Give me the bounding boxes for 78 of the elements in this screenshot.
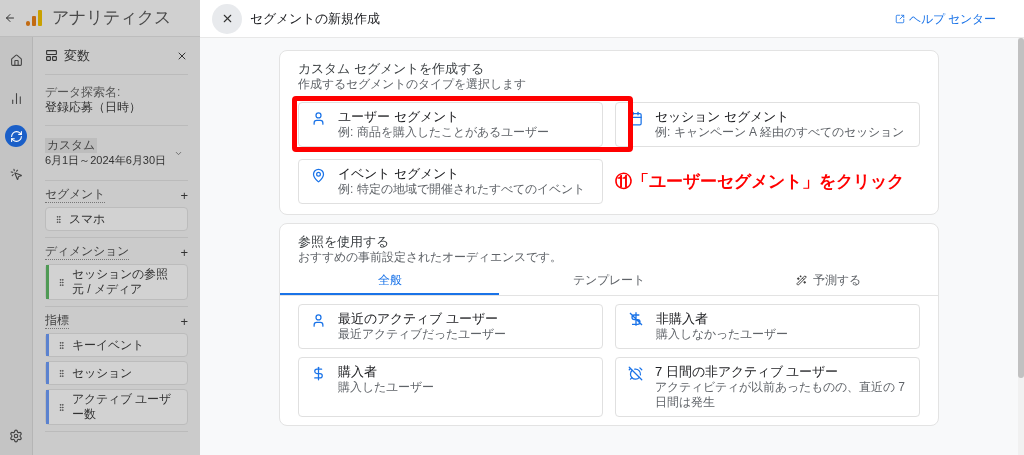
add-button[interactable]: + [180, 245, 188, 259]
segment-option-card[interactable]: 購入者 購入したユーザー [298, 357, 603, 417]
modal-title: セグメントの新規作成 [250, 9, 380, 28]
cursor-icon [9, 167, 23, 181]
segment-option-card[interactable]: 7 日間の非アクティブ ユーザー アクティビティが以前あったものの、直近の 7 日間は発生 [615, 357, 920, 417]
segment-option-card[interactable]: ユーザー セグメント 例: 商品を購入したことがあるユーザー [298, 102, 603, 147]
variable-chip[interactable]: セッション [45, 361, 188, 385]
card-subtitle: おすすめの事前設定されたオーディエンスです。 [297, 250, 563, 265]
option-description: 購入したユーザー [338, 380, 434, 395]
field-label: データ探索名: [45, 85, 122, 100]
option-title: セッション セグメント [655, 109, 790, 125]
close-button[interactable] [212, 3, 242, 34]
card-subtitle: 作成するセグメントのタイプを選択します [298, 77, 527, 92]
segment-option-card[interactable]: イベント セグメント 例: 特定の地域で開催されたすべてのイベント [298, 159, 603, 204]
segment-option-card[interactable]: 非購入者 購入しなかったユーザー [615, 304, 920, 349]
external-link-icon [894, 13, 905, 24]
option-description: 例: 商品を購入したことがあるユーザー [338, 125, 549, 140]
option-description: アクティビティが以前あったものの、直近の 7 日間は発生 [655, 380, 906, 410]
option-title: ユーザー セグメント [338, 109, 460, 125]
help-center-link[interactable]: ヘルプ センター [908, 9, 996, 28]
card-title: カスタム セグメントを作成する [298, 61, 485, 77]
variable-label: アクティブ ユーザー数 [72, 392, 173, 422]
variable-label: セッションの参照元 / メディア [72, 267, 169, 297]
home-icon [9, 53, 23, 67]
add-button[interactable]: + [180, 188, 188, 202]
option-description: 購入しなかったユーザー [656, 327, 788, 342]
section-title: 指標 [45, 313, 69, 329]
option-description: 最近アクティブだったユーザー [338, 327, 506, 342]
variable-chip[interactable]: セッションの参照元 / メディア [45, 264, 188, 300]
option-title: 購入者 [338, 364, 378, 380]
option-description: 例: 特定の地域で開催されたすべてのイベント [338, 182, 585, 197]
settings-icon[interactable] [9, 429, 23, 443]
bar-chart-icon [9, 91, 23, 105]
option-title: 最近のアクティブ ユーザー [338, 311, 499, 327]
person-icon [311, 111, 326, 126]
tab[interactable]: テンプレート [499, 267, 719, 295]
segment-option-card[interactable]: 最近のアクティブ ユーザー 最近アクティブだったユーザー [298, 304, 603, 349]
date-range-picker[interactable]: カスタム 6月1日～2024年6月30日 [45, 126, 188, 181]
person-icon [311, 313, 326, 328]
section-title: セグメント [45, 187, 105, 203]
dollar-icon [311, 366, 326, 381]
add-button[interactable]: + [180, 314, 188, 328]
exploration-name: 登録応募（日時） [45, 100, 142, 115]
date-range-value: 6月1日～2024年6月30日 [45, 153, 167, 168]
app-title: アナリティクス [52, 7, 171, 30]
nav-button[interactable] [5, 125, 27, 147]
crossed-dollar-icon [628, 311, 644, 327]
tab[interactable]: 予測する [718, 267, 938, 295]
instruction-annotation: ⑪「ユーザーセグメント」をクリック [615, 173, 904, 190]
option-title: 非購入者 [656, 311, 709, 327]
date-range-label: カスタム [45, 138, 97, 153]
option-title: イベント セグメント [338, 166, 460, 182]
drag-handle-icon[interactable] [54, 214, 63, 224]
option-description: 例: キャンペーン A 経由のすべてのセッション [655, 125, 904, 140]
pin-icon [311, 168, 326, 183]
variable-label: キーイベント [72, 337, 144, 353]
tab[interactable]: 全般 [280, 267, 500, 295]
drag-handle-icon[interactable] [57, 277, 66, 287]
drag-handle-icon[interactable] [57, 368, 66, 378]
refresh-icon [9, 129, 23, 143]
card-title: 参照を使用する [297, 234, 390, 250]
scrollbar[interactable] [1018, 38, 1024, 455]
panel-title: 変数 [64, 46, 90, 65]
variable-label: スマホ [69, 211, 105, 227]
variable-chip[interactable]: アクティブ ユーザー数 [45, 389, 188, 425]
segment-option-card[interactable]: セッション セグメント 例: キャンペーン A 経由のすべてのセッション [615, 102, 920, 147]
section-title: ディメンション [45, 244, 129, 260]
drag-handle-icon[interactable] [57, 340, 66, 350]
variables-icon [45, 49, 58, 62]
magic-wand-icon [795, 274, 807, 286]
analytics-logo-icon [24, 8, 44, 28]
alarm-off-icon [628, 366, 643, 381]
back-icon[interactable] [4, 12, 16, 24]
drag-handle-icon[interactable] [57, 402, 66, 412]
variable-label: セッション [72, 365, 132, 381]
variable-chip[interactable]: スマホ [45, 207, 188, 231]
option-title: 7 日間の非アクティブ ユーザー [655, 364, 840, 380]
variable-chip[interactable]: キーイベント [45, 333, 188, 357]
